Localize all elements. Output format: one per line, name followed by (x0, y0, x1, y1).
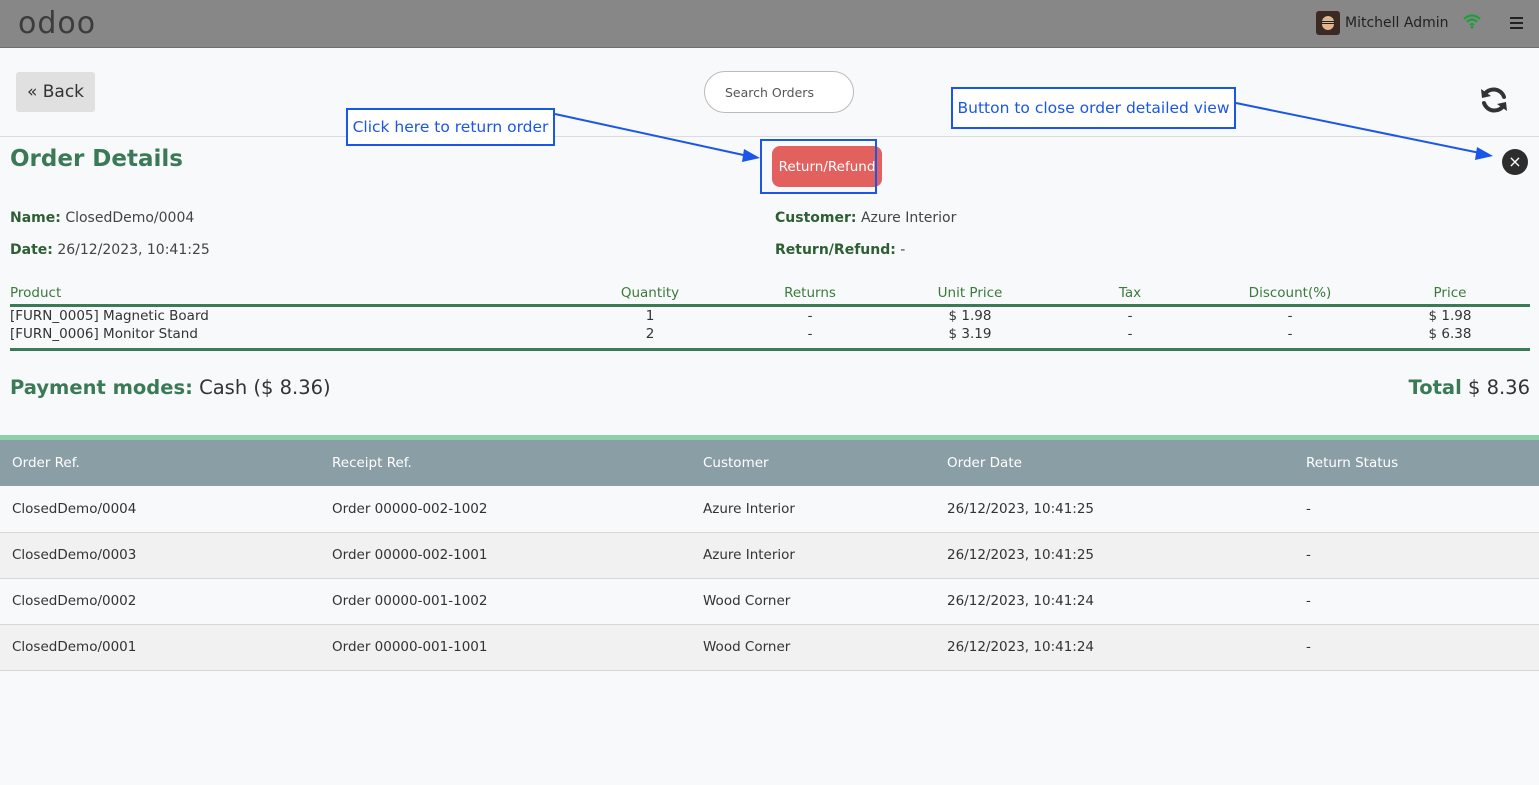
order-ref-cell: ClosedDemo/0002 (0, 578, 320, 625)
order-name-field: Name: ClosedDemo/0004 (10, 210, 194, 226)
refresh-icon[interactable] (1478, 84, 1510, 116)
order-name-label: Name: (10, 210, 61, 226)
order-date-cell: 26/12/2023, 10:41:24 (935, 624, 1294, 671)
order-line-row: [FURN_0006] Monitor Stand 2 - $ 3.19 - -… (10, 326, 1530, 351)
orders-header: Order Ref. Receipt Ref. Customer Order D… (0, 440, 1539, 486)
customer-cell: Azure Interior (691, 532, 935, 579)
line-tax: - (1127, 308, 1133, 325)
total-value: $ 8.36 (1467, 376, 1530, 399)
annotation-close-note: Button to close order detailed view (951, 87, 1236, 129)
column-header: Customer (691, 440, 935, 486)
order-customer-field: Customer: Azure Interior (775, 210, 956, 226)
column-header: Order Ref. (0, 440, 320, 486)
order-ref-cell: ClosedDemo/0004 (0, 486, 320, 533)
odoo-logo: odoo (18, 6, 97, 41)
column-header: Receipt Ref. (320, 440, 691, 486)
line-price: $ 1.98 (1428, 308, 1472, 325)
annotation-highlight-box (760, 139, 877, 194)
return-status-cell: - (1294, 578, 1539, 625)
order-row[interactable]: ClosedDemo/0003 Order 00000-002-1001 Azu… (0, 532, 1539, 579)
column-header: Quantity (570, 283, 730, 307)
line-returns: - (730, 326, 890, 351)
column-header: Order Date (935, 440, 1294, 486)
line-discount: - (1210, 326, 1370, 351)
order-lines-table: Product Quantity Returns Unit Price Tax … (10, 283, 1530, 351)
close-icon[interactable]: × (1502, 149, 1528, 175)
receipt-ref-cell: Order 00000-002-1002 (320, 486, 691, 533)
top-bar: odoo Mitchell Admin (0, 0, 1539, 48)
total-label: Total (1408, 376, 1462, 399)
line-price: $ 6.38 (1370, 326, 1530, 351)
user-menu[interactable]: Mitchell Admin (1316, 11, 1449, 35)
column-header: Product (10, 283, 570, 307)
payment-label: Payment modes: (10, 376, 193, 399)
receipt-ref-cell: Order 00000-001-1002 (320, 578, 691, 625)
order-row[interactable]: ClosedDemo/0004 Order 00000-002-1002 Azu… (0, 486, 1539, 533)
payment-modes: Payment modes: Cash ($ 8.36) (10, 376, 331, 399)
avatar (1316, 11, 1340, 35)
order-customer-value: Azure Interior (860, 210, 957, 226)
line-unit-price: $ 1.98 (948, 308, 992, 325)
order-date-cell: 26/12/2023, 10:41:25 (935, 486, 1294, 533)
return-status-cell: - (1294, 532, 1539, 579)
line-unit-price: $ 3.19 (890, 326, 1050, 351)
column-header: Return Status (1294, 440, 1539, 486)
order-details-title: Order Details (10, 146, 183, 172)
column-header: Discount(%) (1210, 283, 1370, 307)
column-header: Unit Price (890, 283, 1050, 307)
line-discount: - (1287, 308, 1293, 325)
order-lines-header: Product Quantity Returns Unit Price Tax … (10, 283, 1530, 307)
order-ref-cell: ClosedDemo/0003 (0, 532, 320, 579)
order-date-value: 26/12/2023, 10:41:25 (57, 242, 210, 258)
line-product: [FURN_0005] Magnetic Board (10, 308, 209, 325)
user-name: Mitchell Admin (1345, 15, 1449, 31)
customer-cell: Wood Corner (691, 578, 935, 625)
hamburger-menu-icon[interactable] (1510, 17, 1523, 29)
return-status-cell: - (1294, 624, 1539, 671)
order-name-value: ClosedDemo/0004 (65, 210, 195, 226)
customer-cell: Wood Corner (691, 624, 935, 671)
order-row[interactable]: ClosedDemo/0001 Order 00000-001-1001 Woo… (0, 624, 1539, 671)
annotation-return-note: Click here to return order (346, 108, 555, 146)
order-date-cell: 26/12/2023, 10:41:24 (935, 578, 1294, 625)
line-tax: - (1050, 326, 1210, 351)
order-return-field: Return/Refund: - (775, 242, 905, 258)
order-return-label: Return/Refund: (775, 242, 896, 258)
order-line-row: [FURN_0005] Magnetic Board 1 - $ 1.98 - … (10, 305, 1530, 326)
divider (0, 136, 1539, 137)
line-returns: - (807, 308, 813, 325)
line-quantity: 2 (570, 326, 730, 351)
order-date-label: Date: (10, 242, 53, 258)
column-header: Tax (1050, 283, 1210, 307)
return-status-cell: - (1294, 486, 1539, 533)
back-button[interactable]: « Back (16, 72, 95, 112)
order-total: Total $ 8.36 (1408, 376, 1530, 399)
line-product: [FURN_0006] Monitor Stand (10, 326, 570, 351)
payment-value: Cash ($ 8.36) (199, 376, 331, 399)
line-quantity: 1 (645, 308, 655, 325)
customer-cell: Azure Interior (691, 486, 935, 533)
orders-table: Order Ref. Receipt Ref. Customer Order D… (0, 440, 1539, 671)
column-header: Price (1370, 283, 1530, 307)
wifi-icon[interactable] (1463, 13, 1481, 29)
receipt-ref-cell: Order 00000-001-1001 (320, 624, 691, 671)
order-ref-cell: ClosedDemo/0001 (0, 624, 320, 671)
order-date-cell: 26/12/2023, 10:41:25 (935, 532, 1294, 579)
column-header: Returns (730, 283, 890, 307)
search-orders-input[interactable] (704, 71, 854, 113)
order-return-value: - (900, 242, 906, 258)
order-customer-label: Customer: (775, 210, 857, 226)
receipt-ref-cell: Order 00000-002-1001 (320, 532, 691, 579)
order-row[interactable]: ClosedDemo/0002 Order 00000-001-1002 Woo… (0, 578, 1539, 625)
order-date-field: Date: 26/12/2023, 10:41:25 (10, 242, 210, 258)
